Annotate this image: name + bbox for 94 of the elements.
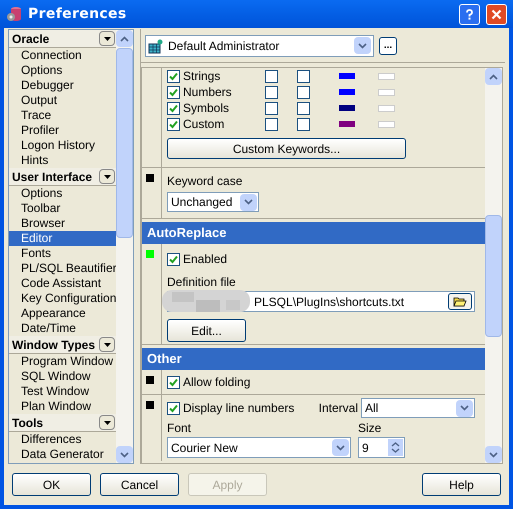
field-label: Font (167, 420, 192, 437)
question-mark-icon (464, 8, 475, 20)
background-swatch[interactable] (378, 88, 395, 96)
sidebar-item[interactable]: Key Configuration (9, 291, 116, 306)
syntax-label: Symbols (183, 100, 230, 117)
sidebar-item[interactable]: Program Window (9, 354, 116, 369)
section-header: Other (142, 348, 485, 370)
dropdown-arrow-icon (99, 415, 115, 430)
sidebar-item[interactable]: Connection (9, 48, 116, 63)
sidebar-item[interactable]: Fonts (9, 246, 116, 261)
sidebar-item[interactable]: Profiler (9, 123, 116, 138)
sidebar-item[interactable]: PL/SQL Beautifier (9, 261, 116, 276)
syntax-label: Numbers (183, 84, 233, 101)
checkbox[interactable] (167, 402, 180, 414)
scroll-up-icon[interactable] (485, 68, 502, 85)
sidebar-item[interactable]: SQL Window (9, 369, 116, 384)
scroll-thumb[interactable] (485, 215, 502, 337)
checkbox[interactable] (167, 70, 180, 82)
dialog-button[interactable]: OK (12, 473, 91, 496)
keyword-case-dropdown[interactable]: Unchanged (167, 192, 259, 212)
interval-dropdown[interactable]: All (361, 398, 475, 418)
checkbox[interactable] (265, 70, 278, 82)
field-label: Definition file (167, 274, 237, 291)
checkbox[interactable] (265, 86, 278, 98)
sidebar-item[interactable]: Options (9, 186, 116, 201)
sidebar-item[interactable]: Editor (9, 231, 116, 246)
field-label: Interval (318, 400, 358, 417)
scroll-down-icon[interactable] (116, 446, 133, 463)
grid-user-icon (148, 38, 164, 54)
sidebar-item[interactable]: Output (9, 93, 116, 108)
checkbox[interactable] (167, 102, 180, 114)
edit-button[interactable]: Edit... (167, 319, 246, 342)
window-title: Preferences (28, 4, 127, 24)
checkbox[interactable] (167, 86, 180, 98)
checkbox-label: Enabled (183, 251, 228, 268)
sidebar-item[interactable]: Appearance (9, 306, 116, 321)
checkbox[interactable] (167, 376, 180, 388)
size-spinner[interactable]: 9 (358, 437, 405, 458)
checkbox-label: Display line numbers (183, 400, 296, 417)
group-header[interactable]: User Interface (9, 168, 116, 186)
syntax-label: Strings (183, 68, 222, 85)
sidebar-item[interactable]: Options (9, 63, 116, 78)
scroll-up-icon[interactable] (116, 30, 133, 47)
checkbox[interactable] (167, 252, 180, 266)
checkbox[interactable] (297, 102, 310, 114)
scroll-down-icon[interactable] (485, 446, 502, 463)
sidebar-item[interactable]: Test Window (9, 384, 116, 399)
background-swatch[interactable] (378, 104, 395, 112)
dropdown-arrow-icon (99, 169, 115, 184)
checkbox[interactable] (297, 86, 310, 98)
sidebar-item[interactable]: Hints (9, 153, 116, 168)
checkbox[interactable] (265, 118, 278, 130)
close-icon (491, 8, 502, 20)
profile-dropdown[interactable]: Default Administrator (145, 34, 374, 56)
database-gear-icon (6, 6, 22, 22)
sidebar-item[interactable]: Date/Time (9, 321, 116, 336)
background-swatch[interactable] (378, 72, 395, 80)
sidebar-item[interactable]: Debugger (9, 78, 116, 93)
dialog-button[interactable]: Help (422, 473, 501, 496)
dropdown-arrow-icon (99, 337, 115, 352)
group-header[interactable]: Window Types (9, 336, 116, 354)
close-button[interactable] (486, 4, 507, 24)
group-header[interactable]: Tools (9, 414, 116, 432)
folder-open-icon[interactable] (448, 293, 472, 310)
field-label: Keyword case (167, 173, 244, 190)
sidebar-item[interactable]: Browser (9, 216, 116, 231)
font-dropdown[interactable]: Courier New (167, 437, 351, 458)
color-swatch[interactable] (339, 73, 355, 79)
section-header: AutoReplace (142, 222, 485, 244)
sidebar-item[interactable]: Logon History (9, 138, 116, 153)
sidebar-item[interactable]: Toolbar (9, 201, 116, 216)
checkbox[interactable] (297, 70, 310, 82)
sidebar-item[interactable]: Plan Window (9, 399, 116, 414)
syntax-label: Custom (183, 116, 226, 133)
background-swatch[interactable] (378, 120, 395, 128)
sidebar-item[interactable]: Differences (9, 432, 116, 447)
checkbox-label: Allow folding (183, 374, 250, 391)
sidebar-item[interactable]: Trace (9, 108, 116, 123)
custom-keywords-button[interactable]: Custom Keywords... (167, 138, 406, 159)
color-swatch[interactable] (339, 105, 355, 111)
checkbox[interactable] (265, 102, 278, 114)
spin-arrows-icon (388, 439, 403, 456)
color-swatch[interactable] (339, 121, 355, 127)
sidebar-item[interactable]: Data Generator (9, 447, 116, 462)
sidebar-item[interactable]: Code Assistant (9, 276, 116, 291)
checkbox[interactable] (167, 118, 180, 130)
field-label: Size (358, 420, 382, 437)
dialog-button[interactable]: Cancel (100, 473, 179, 496)
checkbox[interactable] (297, 118, 310, 130)
group-header[interactable]: Oracle (9, 30, 116, 48)
color-swatch[interactable] (339, 89, 355, 95)
scroll-thumb[interactable] (116, 48, 133, 238)
help-button[interactable] (459, 4, 480, 24)
more-button[interactable]: ... (379, 36, 397, 54)
